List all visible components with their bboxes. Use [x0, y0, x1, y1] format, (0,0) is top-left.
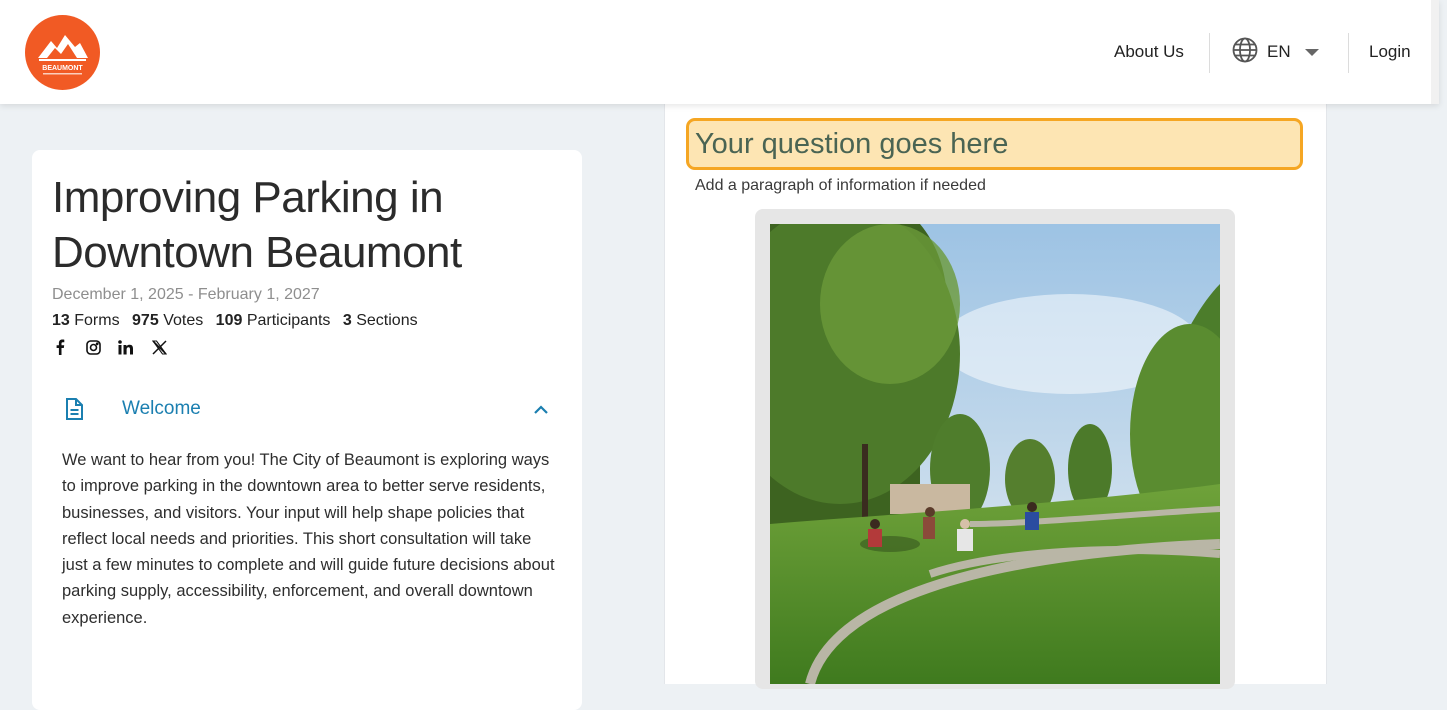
beaumont-logo[interactable]: BEAUMONT — [25, 15, 100, 90]
svg-text:BEAUMONT: BEAUMONT — [42, 65, 83, 72]
forms-stat: 13 Forms — [52, 312, 120, 329]
welcome-section-body: We want to hear from you! The City of Be… — [62, 451, 555, 627]
forms-label: Forms — [74, 312, 120, 329]
login-label: Login — [1369, 42, 1411, 61]
sections-label: Sections — [356, 312, 418, 329]
forms-count: 13 — [52, 312, 70, 329]
about-us-label: About Us — [1114, 42, 1184, 61]
consultation-card: Improving Parking in Downtown Beaumont D… — [32, 150, 582, 710]
consultation-title: Improving Parking in Downtown Beaumont — [52, 173, 462, 277]
linkedin-icon[interactable] — [118, 338, 134, 356]
question-title[interactable]: Your question goes here — [686, 118, 1303, 170]
caret-down-icon — [1304, 42, 1319, 62]
instagram-icon[interactable] — [85, 338, 101, 356]
top-navigation-bar: BEAUMONT About Us EN Login — [0, 0, 1439, 104]
participants-count: 109 — [215, 312, 243, 329]
question-image-frame — [755, 209, 1235, 689]
votes-count: 975 — [132, 312, 159, 329]
sections-count: 3 — [342, 312, 352, 329]
votes-label: Votes — [163, 312, 204, 329]
consultation-stats: 13 Forms 975 Votes 109 Participants 3 Se… — [52, 312, 426, 330]
language-label: EN — [1267, 42, 1291, 61]
language-selector[interactable]: EN — [1232, 30, 1319, 74]
participants-stat: 109 Participants — [216, 312, 331, 329]
votes-stat: 975 Votes — [132, 312, 203, 329]
chevron-up-icon[interactable] — [534, 401, 548, 419]
x-icon[interactable] — [151, 338, 167, 356]
login-link[interactable]: Login — [1369, 30, 1411, 74]
facebook-icon[interactable] — [52, 338, 68, 356]
participants-label: Participants — [246, 312, 331, 329]
welcome-section-header[interactable]: Welcome — [62, 396, 552, 424]
globe-icon — [1232, 37, 1258, 68]
welcome-section-label: Welcome — [122, 398, 201, 419]
question-paragraph[interactable]: Add a paragraph of information if needed — [695, 177, 986, 195]
park-photo — [770, 224, 1220, 684]
consultation-dates: December 1, 2025 - February 1, 2027 — [52, 286, 320, 303]
scrollbar-track[interactable] — [1431, 0, 1439, 104]
document-icon — [65, 398, 83, 425]
nav-divider — [1348, 33, 1349, 73]
about-us-link[interactable]: About Us — [1114, 30, 1184, 74]
nav-divider — [1209, 33, 1210, 73]
sections-stat: 3 Sections — [343, 312, 418, 329]
social-links — [52, 338, 184, 356]
